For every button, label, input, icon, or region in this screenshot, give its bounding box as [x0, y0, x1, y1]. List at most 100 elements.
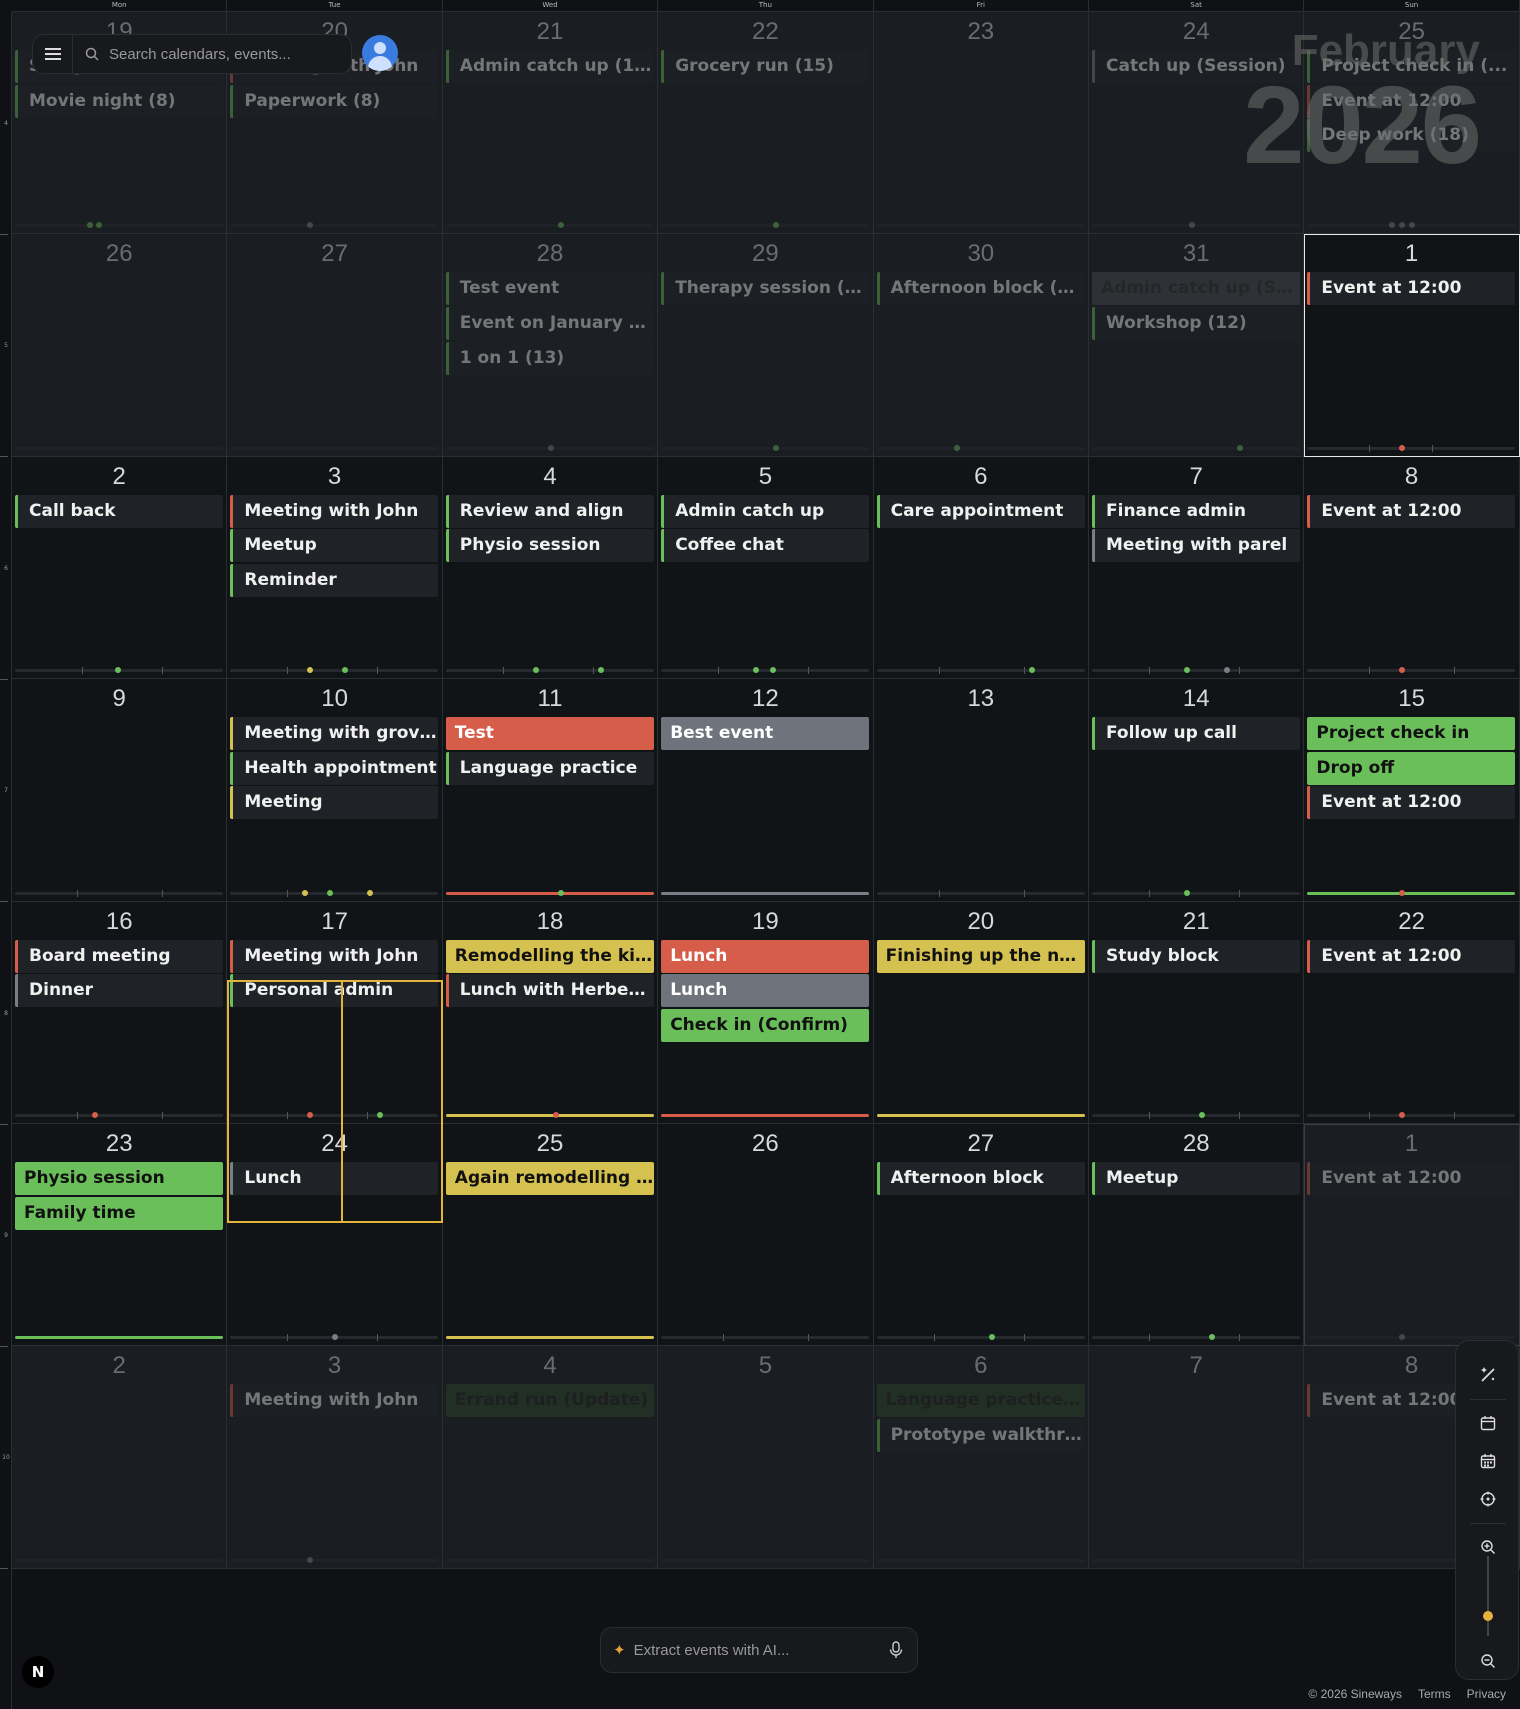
day-cell[interactable]: 31 Admin catch up (Ses... Workshop (12): [1089, 234, 1305, 457]
event-chip[interactable]: Meeting with parel: [1092, 529, 1300, 563]
event-chip[interactable]: Reminder: [230, 563, 439, 597]
event-chip[interactable]: Grocery run (15): [661, 50, 870, 83]
event-chip[interactable]: Language practice: [445, 751, 654, 785]
event-chip[interactable]: Event at 12:00: [1307, 84, 1516, 118]
day-cell[interactable]: 26: [658, 1124, 874, 1347]
event-chip[interactable]: Physio session: [15, 1162, 223, 1195]
day-cell[interactable]: 6 Care appointment: [873, 456, 1089, 680]
event-chip[interactable]: Lunch: [661, 939, 870, 973]
day-cell[interactable]: 30 Afternoon block (1...: [873, 234, 1089, 457]
event-chip[interactable]: Event at 12:00: [1307, 786, 1516, 820]
day-cell[interactable]: 10 Meeting with grove... Health appointmen…: [227, 679, 443, 902]
event-chip[interactable]: Event at 12:00: [1307, 939, 1516, 973]
event-chip[interactable]: Event at 12:00: [1307, 494, 1516, 528]
day-cell[interactable]: 28 Meetup: [1089, 1124, 1305, 1347]
terms-link[interactable]: Terms: [1418, 1687, 1451, 1701]
day-cell[interactable]: 14 Follow up call: [1089, 679, 1305, 902]
event-chip[interactable]: Language practice (...: [876, 1384, 1085, 1418]
event-chip[interactable]: Coffee chat: [661, 529, 870, 563]
event-chip[interactable]: 1 on 1 (13): [445, 341, 654, 375]
day-cell[interactable]: 5: [658, 1346, 874, 1569]
event-chip[interactable]: Errand run (Update): [445, 1384, 654, 1418]
day-cell[interactable]: 1 Event at 12:00: [1304, 1124, 1520, 1347]
day-cell[interactable]: 7: [1089, 1346, 1305, 1569]
day-cell[interactable]: 12 Best event: [658, 679, 874, 902]
event-chip[interactable]: Lunch: [661, 974, 870, 1008]
event-chip[interactable]: Care appointment: [876, 494, 1085, 528]
event-chip[interactable]: Again remodelling t...: [445, 1162, 654, 1195]
event-chip[interactable]: Lunch with Herbert...: [445, 974, 654, 1008]
event-chip[interactable]: Prototype walkthro...: [876, 1418, 1085, 1452]
event-chip[interactable]: Admin catch up (12): [445, 50, 654, 83]
zoom-slider-handle[interactable]: [1483, 1611, 1493, 1621]
day-cell[interactable]: 7 Finance admin Meeting with parel: [1089, 456, 1305, 680]
event-chip[interactable]: Admin catch up: [661, 494, 870, 528]
event-chip[interactable]: Drop off: [1307, 751, 1516, 785]
event-chip[interactable]: Remodelling the kit...: [445, 939, 654, 973]
event-chip[interactable]: Finance admin: [1092, 494, 1300, 528]
event-chip[interactable]: Test: [445, 717, 654, 751]
day-cell[interactable]: 4 Review and align Physio session: [442, 456, 659, 680]
day-cell[interactable]: 2 Call back: [12, 456, 228, 680]
day-cell[interactable]: 5 Admin catch up Coffee chat: [658, 456, 874, 680]
app-logo[interactable]: N: [22, 1656, 54, 1688]
event-chip[interactable]: Physio session: [445, 529, 654, 563]
event-chip[interactable]: Meeting with John: [230, 494, 439, 528]
day-cell[interactable]: 21 Admin catch up (12): [442, 12, 659, 235]
event-chip[interactable]: Check in (Confirm): [661, 1008, 870, 1042]
avatar[interactable]: [362, 35, 398, 71]
event-chip[interactable]: Meeting with John: [230, 1384, 439, 1418]
event-chip[interactable]: Call back: [15, 494, 223, 528]
privacy-link[interactable]: Privacy: [1467, 1687, 1506, 1701]
event-chip[interactable]: Health appointment: [230, 751, 439, 785]
microphone-icon[interactable]: [889, 1641, 903, 1659]
day-cell[interactable]: 17 Meeting with John Personal admin: [227, 901, 443, 1124]
day-cell[interactable]: 9: [12, 679, 228, 902]
day-cell[interactable]: 19 Lunch Lunch Check in (Confirm): [658, 901, 874, 1124]
day-cell[interactable]: 24 Lunch: [227, 1124, 443, 1347]
event-chip[interactable]: Afternoon block (1...: [876, 272, 1085, 306]
day-cell[interactable]: 22 Grocery run (15): [658, 12, 874, 235]
event-chip[interactable]: Workshop (12): [1092, 306, 1300, 340]
event-chip[interactable]: Test event: [445, 272, 654, 306]
day-cell[interactable]: 21 Study block: [1089, 901, 1305, 1124]
zoom-slider-track[interactable]: [1487, 1556, 1489, 1636]
month-view-button[interactable]: [1472, 1447, 1504, 1475]
event-chip[interactable]: Afternoon block: [876, 1162, 1085, 1195]
day-cell[interactable]: 13: [873, 679, 1089, 902]
event-chip[interactable]: Follow up call: [1092, 717, 1300, 751]
day-cell[interactable]: 22 Event at 12:00: [1304, 901, 1520, 1124]
day-cell[interactable]: 4 Errand run (Update): [442, 1346, 659, 1569]
day-cell[interactable]: 11 Test Language practice: [442, 679, 659, 902]
event-chip[interactable]: Project check in (...: [1307, 50, 1516, 83]
event-chip[interactable]: Meeting: [230, 786, 439, 820]
day-cell[interactable]: 25 Again remodelling t...: [442, 1124, 659, 1347]
day-cell[interactable]: 20 Finishing up the ne...: [873, 901, 1089, 1124]
event-chip[interactable]: Family time: [15, 1196, 223, 1230]
day-cell[interactable]: 15 Project check in Drop off Event at 12:00: [1304, 679, 1520, 902]
day-cell[interactable]: 1 Event at 12:00: [1304, 234, 1520, 457]
day-cell[interactable]: 3 Meeting with John Meetup Reminder: [227, 456, 443, 680]
event-chip[interactable]: Meetup: [230, 529, 439, 563]
event-chip[interactable]: Admin catch up (Ses...: [1092, 272, 1300, 306]
day-cell[interactable]: 27: [227, 234, 443, 457]
event-chip[interactable]: Lunch: [230, 1162, 439, 1195]
day-cell[interactable]: 23: [873, 12, 1089, 235]
event-chip[interactable]: Board meeting: [15, 939, 223, 973]
day-cell[interactable]: 26: [12, 234, 228, 457]
day-cell[interactable]: 18 Remodelling the kit... Lunch with Herbe…: [442, 901, 659, 1124]
day-cell[interactable]: 3 Meeting with John: [227, 1346, 443, 1569]
day-cell[interactable]: 2: [12, 1346, 228, 1569]
event-chip[interactable]: Best event: [661, 717, 870, 751]
event-chip[interactable]: Project check in: [1307, 717, 1516, 751]
zoom-out-button[interactable]: [1472, 1647, 1504, 1675]
day-cell[interactable]: 23 Physio session Family time: [12, 1124, 228, 1347]
event-chip[interactable]: Review and align: [445, 494, 654, 528]
event-chip[interactable]: Meeting with grove...: [230, 717, 439, 751]
event-chip[interactable]: Finishing up the ne...: [876, 939, 1085, 973]
event-chip[interactable]: Paperwork (8): [230, 84, 439, 118]
menu-button[interactable]: [33, 35, 73, 73]
event-chip[interactable]: Dinner: [15, 974, 223, 1008]
event-chip[interactable]: Study block: [1092, 939, 1300, 973]
event-chip[interactable]: Personal admin: [230, 974, 439, 1008]
